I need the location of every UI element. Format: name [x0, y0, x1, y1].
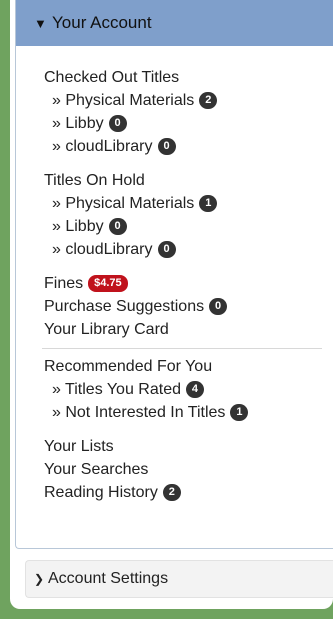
menu-item-label: » Libby [52, 115, 104, 132]
count-badge: 1 [199, 195, 218, 212]
menu-item-label: » Physical Materials [52, 92, 195, 109]
checked-out-physical-link[interactable]: » Physical Materials 2 [44, 89, 333, 112]
count-badge: 2 [199, 92, 218, 109]
your-account-panel: ▼ Your Account Checked Out Titles » Phys… [15, 0, 333, 549]
on-hold-cloudlibrary-link[interactable]: » cloudLibrary 0 [44, 238, 333, 261]
count-badge: 2 [162, 484, 181, 501]
not-interested-link[interactable]: » Not Interested In Titles 1 [44, 401, 333, 424]
menu-item-label: » Not Interested In Titles [52, 404, 226, 421]
fines-label: Fines [44, 275, 84, 292]
your-account-title: Your Account [52, 13, 152, 32]
checked-out-titles-link[interactable]: Checked Out Titles [44, 66, 333, 89]
chevron-down-icon: ▼ [34, 15, 47, 31]
reading-history-link[interactable]: Reading History 2 [44, 481, 333, 504]
account-settings-header[interactable]: ❯ Account Settings [25, 560, 333, 598]
titles-you-rated-link[interactable]: » Titles You Rated 4 [44, 378, 333, 401]
menu-item-label: » cloudLibrary [52, 138, 153, 155]
account-settings-title: Account Settings [48, 570, 169, 587]
titles-on-hold-link[interactable]: Titles On Hold [44, 169, 333, 192]
chevron-right-icon: ❯ [34, 572, 45, 586]
count-badge: 0 [157, 138, 176, 155]
count-badge: 0 [157, 241, 176, 258]
menu-item-label: Reading History [44, 484, 158, 501]
library-card-link[interactable]: Your Library Card [44, 318, 333, 341]
account-menu: Checked Out Titles » Physical Materials … [16, 46, 333, 504]
menu-item-label: » Titles You Rated [52, 381, 181, 398]
on-hold-physical-link[interactable]: » Physical Materials 1 [44, 192, 333, 215]
your-searches-link[interactable]: Your Searches [44, 458, 333, 481]
count-badge: 0 [108, 115, 127, 132]
fines-amount-badge: $4.75 [88, 275, 128, 292]
count-badge: 1 [230, 404, 249, 421]
divider [42, 348, 322, 349]
count-badge: 0 [209, 298, 228, 315]
checked-out-libby-link[interactable]: » Libby 0 [44, 112, 333, 135]
your-account-header[interactable]: ▼ Your Account [16, 0, 333, 46]
purchase-suggestions-link[interactable]: Purchase Suggestions 0 [44, 295, 333, 318]
your-lists-link[interactable]: Your Lists [44, 435, 333, 458]
menu-item-label: » Physical Materials [52, 195, 195, 212]
menu-item-label: » Libby [52, 218, 104, 235]
menu-item-label: » cloudLibrary [52, 241, 153, 258]
on-hold-libby-link[interactable]: » Libby 0 [44, 215, 333, 238]
fines-link[interactable]: Fines $4.75 [44, 272, 333, 295]
count-badge: 4 [185, 381, 204, 398]
recommended-link[interactable]: Recommended For You [44, 355, 333, 378]
menu-item-label: Purchase Suggestions [44, 298, 205, 315]
checked-out-cloudlibrary-link[interactable]: » cloudLibrary 0 [44, 135, 333, 158]
count-badge: 0 [108, 218, 127, 235]
